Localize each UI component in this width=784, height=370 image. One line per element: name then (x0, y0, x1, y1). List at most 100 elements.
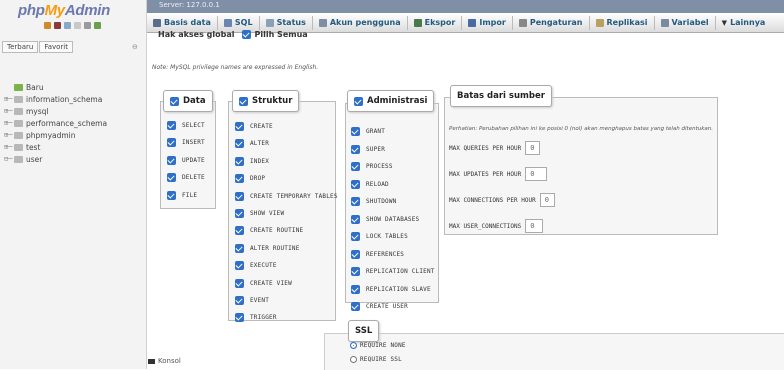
resource-limit-input[interactable]: 0 (525, 141, 541, 155)
privilege-grant[interactable]: GRANT (351, 127, 385, 136)
tree-expander-icon[interactable]: ⊟─ (4, 155, 14, 163)
resource-limit-label: MAX UPDATES PER HOUR (449, 170, 522, 178)
tree-expander-icon[interactable]: ⊞─ (4, 131, 14, 139)
privilege-label: CREATE TEMPORARY TABLES (250, 192, 338, 200)
data-group-legend[interactable]: Data (163, 90, 213, 112)
database-item[interactable]: ⊞─ performance_schema (4, 117, 107, 129)
home-icon[interactable] (44, 22, 51, 29)
logout-icon[interactable] (54, 22, 61, 29)
tab-variabel[interactable]: Variabel (655, 18, 715, 27)
ssl-option-require-ssl[interactable]: REQUIRE SSL (350, 356, 402, 363)
privilege-select[interactable]: SELECT (167, 121, 205, 130)
database-item[interactable]: ⊞─ test (4, 141, 107, 153)
tab-akun-pengguna[interactable]: Akun pengguna (313, 18, 407, 27)
privilege-create-view[interactable]: CREATE VIEW (235, 278, 292, 288)
tab-basis-data[interactable]: Basis data (147, 18, 217, 27)
privilege-execute[interactable]: EXECUTE (235, 261, 277, 271)
wrench-icon (518, 18, 527, 27)
variables-icon (660, 18, 669, 27)
privilege-show-view[interactable]: SHOW VIEW (235, 209, 284, 218)
resource-limit-row: MAX QUERIES PER HOUR 0 (449, 141, 541, 155)
privilege-label: ALTER ROUTINE (250, 244, 300, 252)
settings-icon[interactable] (84, 22, 91, 29)
privilege-label: INSERT (182, 139, 205, 147)
tab-label: Ekspor (424, 18, 456, 27)
database-name: phpmyadmin (26, 130, 76, 140)
console-toggle[interactable]: Konsol (148, 357, 181, 365)
privilege-event[interactable]: EVENT (235, 296, 269, 305)
checkbox-icon (351, 127, 360, 136)
privilege-shutdown[interactable]: SHUTDOWN (351, 197, 397, 206)
tab-sql[interactable]: SQL (218, 18, 259, 27)
resource-limit-input[interactable]: 0 (525, 167, 548, 181)
privilege-replication-slave[interactable]: REPLICATION SLAVE (351, 284, 431, 294)
server-breadcrumb[interactable]: Server: 127.0.0.1 (159, 1, 220, 9)
tab-status[interactable]: Status (260, 18, 312, 27)
checkbox-icon (351, 267, 360, 276)
structure-group-legend[interactable]: Struktur (232, 90, 300, 112)
privilege-insert[interactable]: INSERT (167, 138, 205, 148)
reload-icon[interactable] (94, 22, 101, 29)
privilege-create[interactable]: CREATE (235, 122, 273, 131)
privilege-process[interactable]: PROCESS (351, 162, 393, 171)
db-icon (14, 131, 23, 139)
checkbox-icon (167, 138, 176, 148)
database-item[interactable]: ⊞─ phpmyadmin (4, 129, 107, 141)
recent-favorite-tabs: Terbaru Favorit (2, 41, 73, 53)
tab-pengaturan[interactable]: Pengaturan (513, 18, 589, 27)
docs-icon[interactable] (74, 22, 81, 29)
ssl-option-require-none[interactable]: REQUIRE NONE (350, 342, 406, 349)
breadcrumb-bar: Server: 127.0.0.1 (147, 0, 784, 13)
tree-expander-icon[interactable]: ⊞─ (4, 95, 14, 103)
tab-impor[interactable]: Impor (462, 18, 511, 27)
checkbox-icon (235, 313, 244, 323)
privilege-references[interactable]: REFERENCES (351, 249, 404, 259)
privilege-label: REPLICATION SLAVE (366, 285, 431, 293)
privilege-create-routine[interactable]: CREATE ROUTINE (235, 226, 304, 236)
privilege-create-temporary-tables[interactable]: CREATE TEMPORARY TABLES (235, 191, 338, 201)
privilege-alter-routine[interactable]: ALTER ROUTINE (235, 243, 300, 253)
administration-group-legend[interactable]: Administrasi (347, 90, 435, 112)
privilege-trigger[interactable]: TRIGGER (235, 313, 277, 323)
privilege-reload[interactable]: RELOAD (351, 179, 389, 189)
database-item[interactable]: ⊞─ mysql (4, 105, 107, 117)
checkbox-icon (242, 30, 252, 39)
resource-limit-input[interactable]: 0 (539, 193, 555, 207)
tab-ekspor[interactable]: Ekspor (408, 18, 462, 27)
privilege-index[interactable]: INDEX (235, 156, 269, 166)
tree-expander-icon[interactable]: ⊞─ (4, 119, 14, 127)
privilege-create-user[interactable]: CREATE USER (351, 302, 408, 311)
checkbox-icon (351, 302, 360, 311)
tab-replikasi[interactable]: Replikasi (590, 18, 654, 27)
privilege-update[interactable]: UPDATE (167, 155, 205, 165)
tab-lainnya[interactable]: ▼ Lainnya (716, 18, 772, 27)
privilege-drop[interactable]: DROP (235, 174, 265, 184)
check-all-toggle[interactable]: Pilih Semua (242, 30, 308, 39)
help-icon[interactable] (64, 22, 71, 29)
privilege-replication-client[interactable]: REPLICATION CLIENT (351, 267, 435, 276)
privilege-delete[interactable]: DELETE (167, 173, 205, 183)
phpmyadmin-logo[interactable]: phpMyAdmin (18, 2, 110, 19)
privilege-alter[interactable]: ALTER (235, 139, 269, 149)
privilege-lock-tables[interactable]: LOCK TABLES (351, 232, 408, 241)
checkbox-icon (235, 122, 244, 131)
resource-limit-input[interactable]: 0 (525, 219, 544, 233)
tab-recent[interactable]: Terbaru (2, 41, 39, 53)
tab-favorite[interactable]: Favorit (39, 41, 73, 53)
privilege-super[interactable]: SUPER (351, 144, 385, 154)
privilege-label: CREATE ROUTINE (250, 227, 304, 235)
privilege-names-note: Note: MySQL privilege names are expresse… (152, 64, 319, 71)
checkbox-icon (351, 162, 360, 171)
collapse-all-icon[interactable]: ⊖ (132, 43, 138, 51)
database-icon (153, 18, 161, 27)
new-database-link[interactable]: Baru (4, 81, 107, 93)
database-item[interactable]: ⊟─ user (4, 153, 107, 165)
tree-expander-icon[interactable]: ⊞─ (4, 107, 14, 115)
tree-expander-icon[interactable]: ⊞─ (4, 143, 14, 151)
privilege-label: REPLICATION CLIENT (366, 268, 435, 275)
privilege-show-databases[interactable]: SHOW DATABASES (351, 214, 419, 224)
resource-limit-label: MAX USER_CONNECTIONS (449, 222, 522, 230)
database-item[interactable]: ⊞─ information_schema (4, 93, 107, 105)
privilege-file[interactable]: FILE (167, 190, 197, 200)
resource-limit-row: MAX USER_CONNECTIONS 0 (449, 219, 544, 233)
